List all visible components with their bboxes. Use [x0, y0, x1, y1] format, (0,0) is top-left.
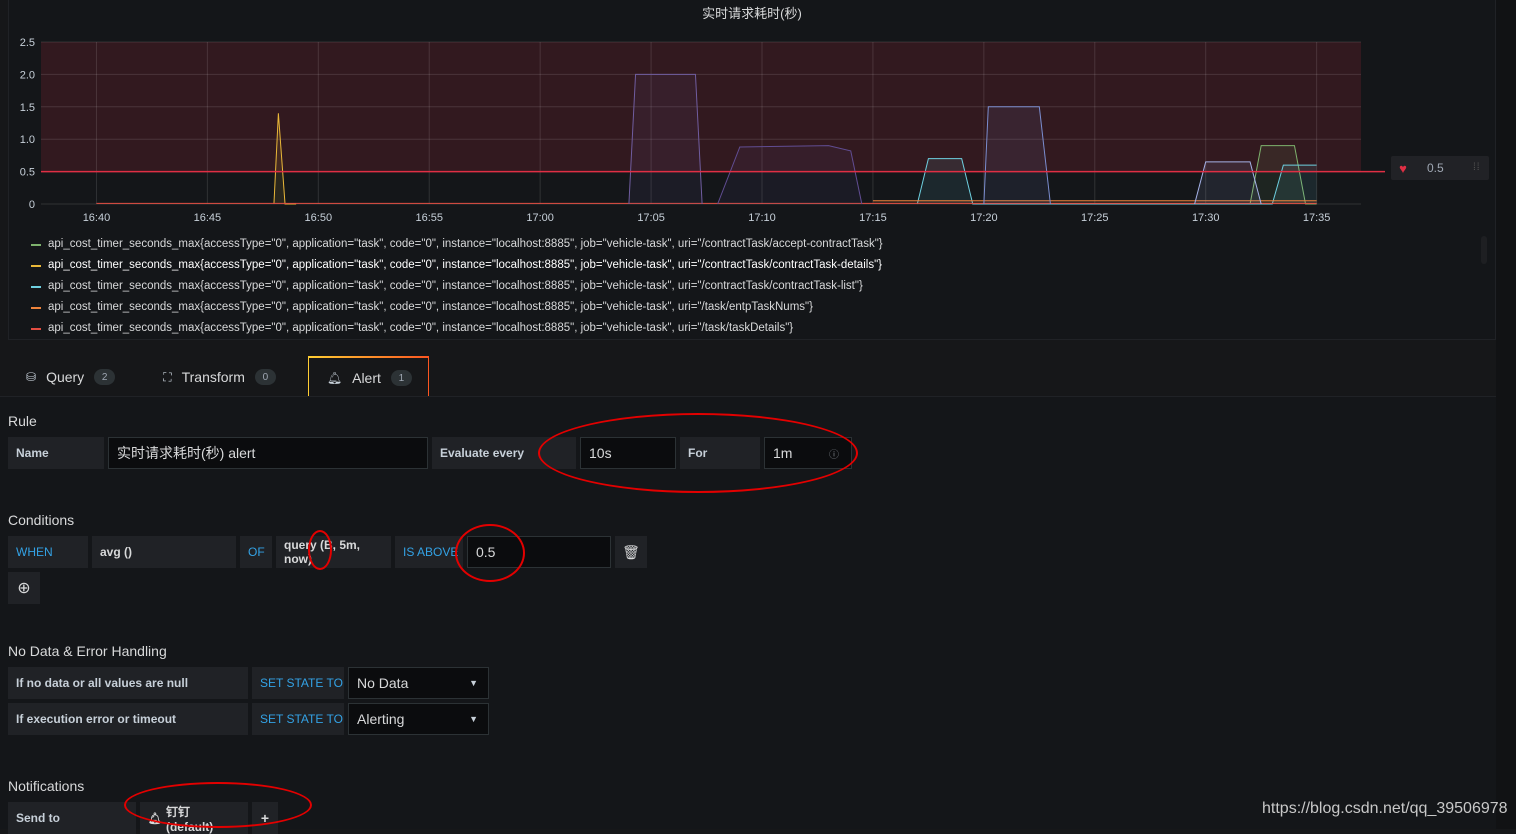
nodata-section-title: No Data & Error Handling	[8, 643, 167, 659]
legend-label: api_cost_timer_seconds_max{accessType="0…	[48, 259, 882, 271]
x-tick-label: 17:10	[748, 212, 776, 224]
series-area	[717, 145, 862, 204]
tab-alert-label: Alert	[352, 370, 381, 386]
when-keyword: WHEN	[8, 536, 88, 568]
for-value: 1m	[773, 445, 793, 461]
legend-scrollbar[interactable]	[1481, 236, 1487, 264]
legend-label: api_cost_timer_seconds_max{accessType="0…	[48, 280, 863, 292]
threshold-input[interactable]: 0.5	[467, 536, 611, 568]
rule-name-label: Name	[8, 437, 104, 469]
x-tick-label: 16:45	[194, 212, 222, 224]
trash-icon: 🗑︎	[622, 543, 640, 560]
add-condition-button[interactable]: ⊕	[8, 572, 40, 604]
nodata-state-value: No Data	[357, 675, 409, 691]
bell-icon: 🔔︎	[326, 371, 343, 385]
tab-transform-count: 0	[254, 369, 276, 385]
evaluate-every-input[interactable]: 10s	[580, 437, 676, 469]
x-tick-label: 16:40	[83, 212, 111, 224]
y-tick-label: 0	[29, 199, 35, 211]
query-selector[interactable]: query (B, 5m, now)	[276, 536, 391, 568]
x-tick-label: 16:50	[305, 212, 333, 224]
plus-icon: +	[260, 810, 270, 826]
notification-channel[interactable]: 🔔︎ 钉钉 (default)	[140, 802, 248, 834]
error-state-value: Alerting	[357, 711, 405, 727]
chart-svg: 2.5 2.0 1.5 1.0 0.5 0 16:40 16:45 16:50 16:55 17:0…	[20, 37, 1385, 224]
error-state-select[interactable]: Alerting ▼	[348, 703, 489, 735]
tab-alert[interactable]: 🔔︎ Alert 1	[307, 356, 429, 398]
evaluator-type[interactable]: IS ABOVE	[395, 536, 463, 568]
error-row-label: If execution error or timeout	[8, 703, 248, 735]
of-keyword: OF	[240, 536, 272, 568]
tab-alert-count: 1	[390, 370, 412, 386]
evaluate-every-label: Evaluate every	[432, 437, 576, 469]
x-tick-label: 17:30	[1192, 212, 1220, 224]
reducer-function[interactable]: avg ()	[92, 536, 236, 568]
x-tick-label: 17:35	[1303, 212, 1331, 224]
series-area	[628, 74, 703, 205]
rule-section-title: Rule	[8, 413, 37, 429]
legend-item[interactable]: api_cost_timer_seconds_max{accessType="0…	[31, 234, 1451, 255]
x-tick-label: 17:05	[637, 212, 665, 224]
y-tick-label: 1.0	[20, 134, 35, 146]
x-tick-label: 17:25	[1081, 212, 1109, 224]
error-set-state-label: SET STATE TO	[252, 703, 344, 735]
notifications-section-title: Notifications	[8, 778, 85, 794]
x-tick-label: 17:15	[859, 212, 887, 224]
tab-query[interactable]: ⛁ Query 2	[8, 356, 131, 398]
chevron-down-icon: ▼	[469, 714, 478, 724]
y-tick-label: 2.0	[20, 69, 35, 81]
database-icon: ⛁	[26, 370, 37, 384]
y-tick-label: 1.5	[20, 102, 35, 114]
drag-grip-icon[interactable]: ⁞⁞	[1473, 163, 1489, 173]
plus-circle-icon: ⊕	[17, 580, 31, 597]
add-notification-button[interactable]: +	[252, 802, 278, 834]
legend-item[interactable]: api_cost_timer_seconds_max{accessType="0…	[31, 297, 1451, 318]
legend-swatch	[31, 264, 41, 267]
x-tick-label: 17:20	[970, 212, 998, 224]
series-area	[983, 106, 1051, 204]
nodata-state-select[interactable]: No Data ▼	[348, 667, 489, 699]
tab-transform-label: Transform	[181, 369, 245, 385]
threshold-handle[interactable]: ♥ 0.5 ⁞⁞	[1391, 156, 1489, 180]
right-edge-strip	[1496, 0, 1516, 829]
y-tick-label: 2.5	[20, 37, 35, 49]
series-area	[1194, 161, 1262, 204]
legend-item[interactable]: api_cost_timer_seconds_max{accessType="0…	[31, 255, 1451, 276]
graph-panel: 实时请求耗时(秒) 2.5 2.0 1.5 1.0 0.5 0 16:40 16:45 16:5…	[8, 0, 1496, 340]
legend-swatch	[31, 327, 41, 330]
legend-label: api_cost_timer_seconds_max{accessType="0…	[48, 301, 813, 313]
for-input[interactable]: 1m ⓘ	[764, 437, 852, 469]
x-tick-label: 17:00	[526, 212, 554, 224]
threshold-handle-value: 0.5	[1427, 161, 1444, 175]
delete-condition-button[interactable]: 🗑︎	[615, 536, 647, 568]
watermark: https://blog.csdn.net/qq_39506978	[1262, 800, 1508, 817]
for-label: For	[680, 437, 760, 469]
send-to-label: Send to	[8, 802, 136, 834]
info-icon: ⓘ	[829, 449, 839, 461]
legend-item[interactable]: api_cost_timer_seconds_max{accessType="0…	[31, 276, 1451, 297]
chart-legend: api_cost_timer_seconds_max{accessType="0…	[31, 234, 1451, 334]
nodata-set-state-label: SET STATE TO	[252, 667, 344, 699]
chevron-down-icon: ▼	[469, 678, 478, 688]
tab-transform[interactable]: ⛶ Transform 0	[145, 356, 292, 398]
legend-label: api_cost_timer_seconds_max{accessType="0…	[48, 238, 883, 250]
legend-swatch	[31, 306, 41, 309]
y-tick-label: 0.5	[20, 167, 35, 179]
tab-query-label: Query	[46, 369, 85, 385]
legend-item[interactable]: api_cost_timer_seconds_max{accessType="0…	[31, 318, 1451, 334]
bell-icon: 🔔︎	[148, 812, 162, 825]
conditions-section-title: Conditions	[8, 512, 75, 528]
transform-icon: ⛶	[163, 369, 172, 384]
legend-label: api_cost_timer_seconds_max{accessType="0…	[48, 322, 794, 334]
nodata-row-label: If no data or all values are null	[8, 667, 248, 699]
x-tick-label: 16:55	[415, 212, 443, 224]
editor-tabs: ⛁ Query 2 ⛶ Transform 0 🔔︎ Alert 1	[8, 356, 429, 398]
legend-swatch	[31, 243, 41, 246]
tab-query-count: 2	[94, 369, 116, 385]
legend-swatch	[31, 285, 41, 288]
heart-icon: ♥	[1399, 160, 1407, 176]
rule-name-input[interactable]: 实时请求耗时(秒) alert	[108, 437, 428, 469]
